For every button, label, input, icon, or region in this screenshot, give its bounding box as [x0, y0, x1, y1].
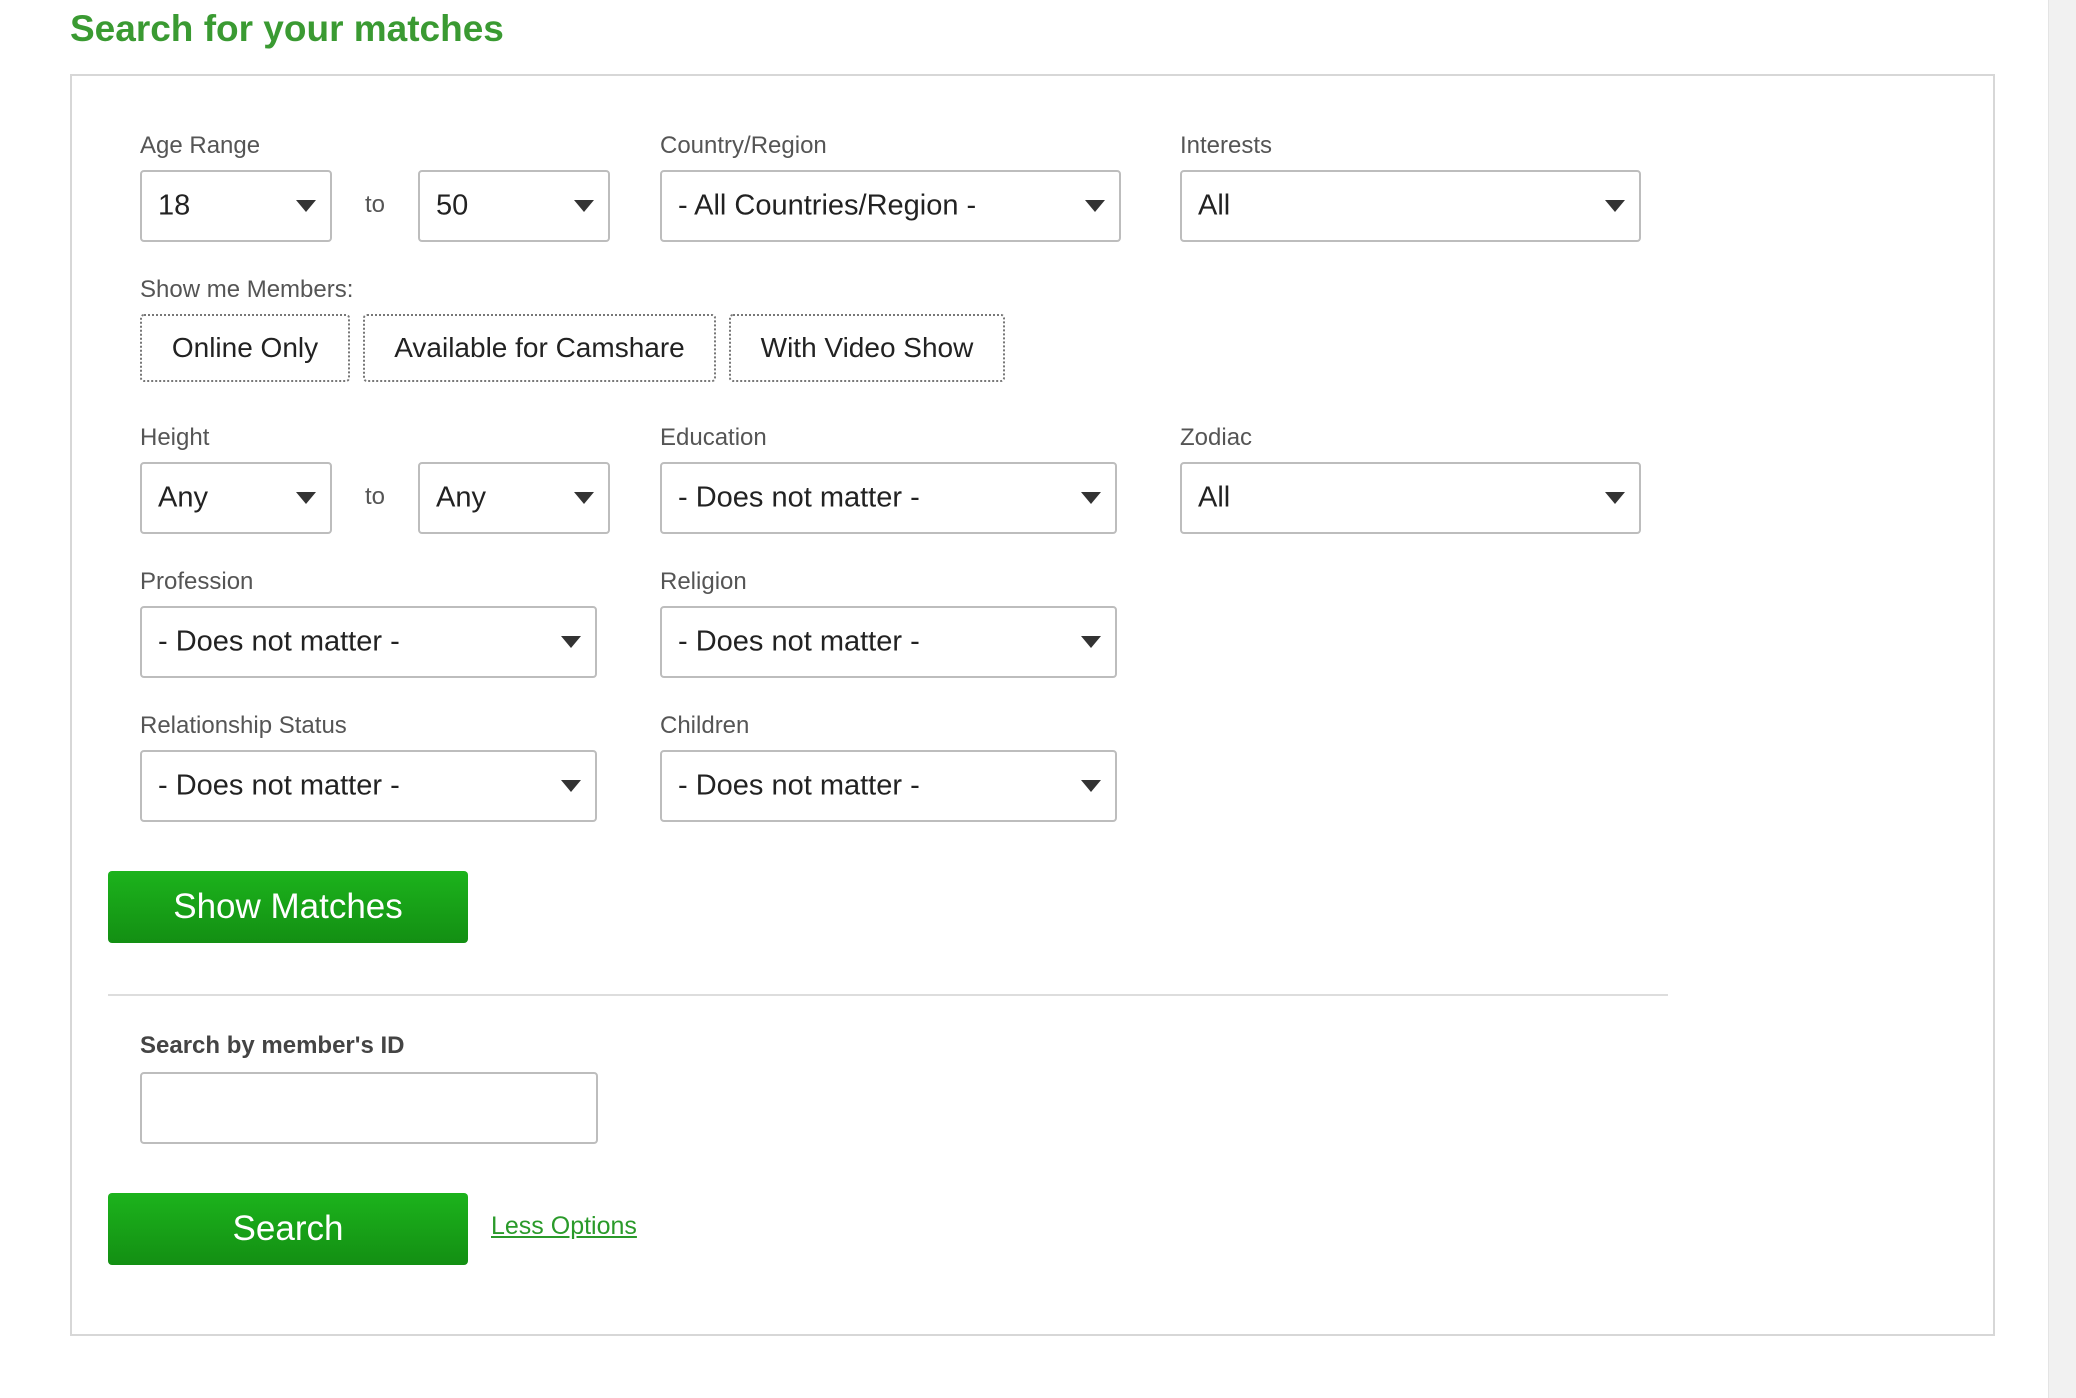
religion-select[interactable]: - Does not matter -	[660, 606, 1117, 678]
profession-value: - Does not matter -	[158, 625, 400, 658]
chevron-down-icon	[561, 780, 581, 792]
video-show-toggle[interactable]: With Video Show	[729, 314, 1005, 382]
relationship-select[interactable]: - Does not matter -	[140, 750, 597, 822]
zodiac-label: Zodiac	[1180, 424, 1253, 451]
country-select[interactable]: - All Countries/Region -	[660, 170, 1121, 242]
height-to-select[interactable]: Any	[418, 462, 610, 534]
search-button[interactable]: Search	[108, 1193, 468, 1265]
height-from-value: Any	[158, 481, 208, 514]
chevron-down-icon	[1081, 636, 1101, 648]
education-select[interactable]: - Does not matter -	[660, 462, 1117, 534]
age-from-value: 18	[158, 189, 191, 222]
height-to-value: Any	[436, 481, 486, 514]
age-range-label: Age Range	[140, 132, 261, 159]
profession-select[interactable]: - Does not matter -	[140, 606, 597, 678]
age-from-select[interactable]: 18	[140, 170, 332, 242]
relationship-label: Relationship Status	[140, 712, 347, 739]
children-select[interactable]: - Does not matter -	[660, 750, 1117, 822]
age-to-value: 50	[436, 189, 469, 222]
interests-value: All	[1198, 189, 1231, 222]
interests-select[interactable]: All	[1180, 170, 1641, 242]
chevron-down-icon	[574, 492, 594, 504]
chevron-down-icon	[1081, 780, 1101, 792]
zodiac-select[interactable]: All	[1180, 462, 1641, 534]
search-panel	[70, 74, 1995, 1336]
religion-value: - Does not matter -	[678, 625, 920, 658]
profession-label: Profession	[140, 568, 254, 595]
chevron-down-icon	[296, 200, 316, 212]
show-members-label: Show me Members:	[140, 276, 354, 303]
less-options-link[interactable]: Less Options	[491, 1212, 637, 1241]
age-to-label: to	[365, 191, 386, 218]
height-from-select[interactable]: Any	[140, 462, 332, 534]
show-matches-button[interactable]: Show Matches	[108, 871, 468, 943]
height-label: Height	[140, 424, 210, 451]
chevron-down-icon	[561, 636, 581, 648]
country-label: Country/Region	[660, 132, 827, 159]
member-id-input[interactable]	[140, 1072, 598, 1144]
country-value: - All Countries/Region -	[678, 189, 977, 222]
chevron-down-icon	[296, 492, 316, 504]
religion-label: Religion	[660, 568, 747, 595]
children-value: - Does not matter -	[678, 769, 920, 802]
scrollbar-track[interactable]	[2048, 0, 2076, 1398]
interests-label: Interests	[1180, 132, 1273, 159]
chevron-down-icon	[1605, 492, 1625, 504]
height-to-label: to	[365, 483, 386, 510]
camshare-toggle[interactable]: Available for Camshare	[363, 314, 716, 382]
children-label: Children	[660, 712, 750, 739]
online-only-toggle[interactable]: Online Only	[140, 314, 350, 382]
chevron-down-icon	[1605, 200, 1625, 212]
section-divider	[108, 994, 1668, 996]
relationship-value: - Does not matter -	[158, 769, 400, 802]
member-id-label: Search by member's ID	[140, 1032, 405, 1059]
chevron-down-icon	[574, 200, 594, 212]
education-value: - Does not matter -	[678, 481, 920, 514]
education-label: Education	[660, 424, 767, 451]
age-to-select[interactable]: 50	[418, 170, 610, 242]
page-title: Search for your matches	[70, 8, 504, 49]
chevron-down-icon	[1085, 200, 1105, 212]
zodiac-value: All	[1198, 481, 1231, 514]
chevron-down-icon	[1081, 492, 1101, 504]
